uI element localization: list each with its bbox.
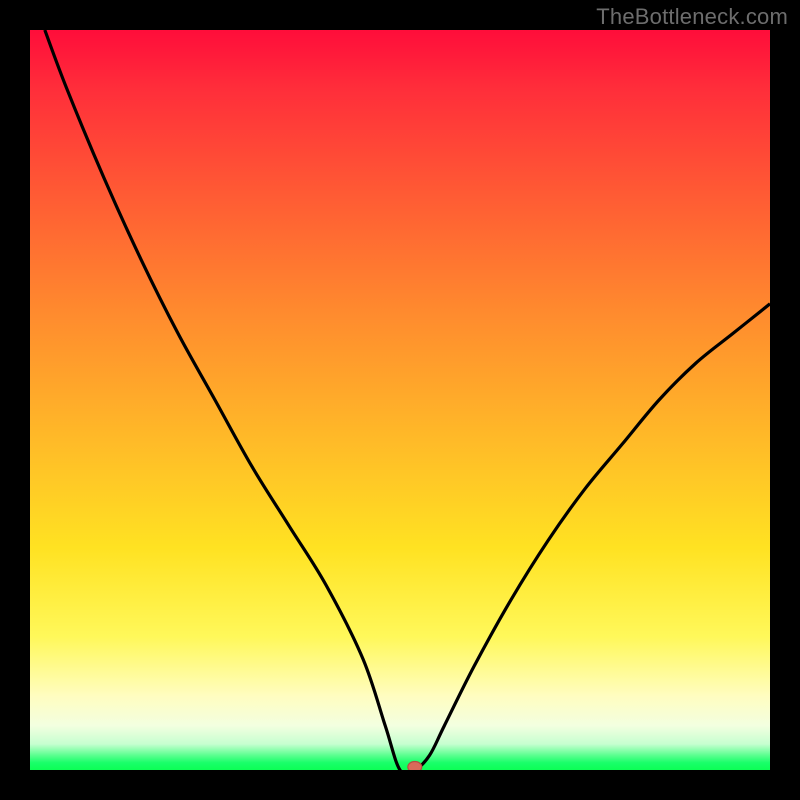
plot-area: [30, 30, 770, 770]
watermark-text: TheBottleneck.com: [596, 4, 788, 30]
bottleneck-curve: [30, 30, 770, 770]
chart-frame: TheBottleneck.com: [0, 0, 800, 800]
optimum-marker: [408, 762, 422, 771]
